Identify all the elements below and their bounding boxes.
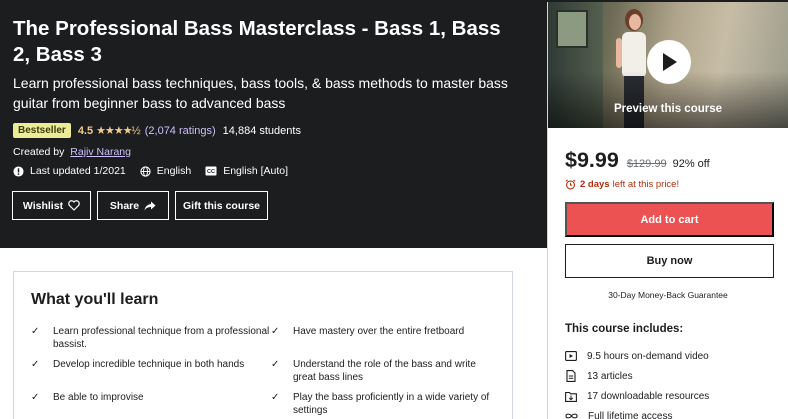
countdown-days: 2 days (580, 179, 610, 190)
created-by-label: Created by (13, 146, 65, 158)
add-to-cart-button[interactable]: Add to cart (565, 202, 774, 237)
gift-label: Gift this course (182, 199, 260, 212)
learn-item: ✓ Understand the role of the bass and wri… (271, 358, 501, 384)
check-icon: ✓ (31, 359, 40, 370)
countdown-text: left at this price! (612, 179, 680, 190)
includes-list: 9.5 hours on-demand video 13 articles 17… (565, 346, 709, 419)
rating-value: 4.5 (77, 124, 94, 137)
share-label: Share (109, 199, 140, 212)
gift-course-button[interactable]: Gift this course (175, 191, 268, 220)
learn-item: ✓ Have mastery over the entire fretboard (271, 325, 501, 351)
share-arrow-icon (144, 201, 156, 210)
course-actions: Wishlist Share Gift this course (12, 191, 274, 220)
captions: CC English [Auto] (205, 165, 288, 177)
infinity-icon (565, 413, 578, 419)
course-meta: Last updated 1/2021 English CC English [… (13, 165, 302, 177)
rating-row: Bestseller 4.5 ★★★★½ (2,074 ratings) 14,… (13, 123, 301, 138)
learn-item-text: Be able to improvise (53, 392, 144, 403)
students-count: 14,884 students (222, 124, 301, 137)
instructor-link[interactable]: Rajiv Narang (70, 146, 131, 158)
money-back-guarantee: 30-Day Money-Back Guarantee (608, 290, 728, 300)
alarm-clock-icon (565, 179, 576, 190)
learn-item: ✓ Be able to improvise (31, 391, 271, 417)
list-item: Full lifetime access (565, 406, 709, 419)
includes-articles-text: 13 articles (587, 370, 633, 382)
check-icon: ✓ (271, 359, 280, 370)
learn-item: ✓ Play the bass proficiently in a wide va… (271, 391, 501, 417)
buy-now-button[interactable]: Buy now (565, 244, 774, 278)
learn-list: ✓ Learn professional technique from a pro… (31, 325, 501, 417)
list-item: 17 downloadable resources (565, 386, 709, 406)
check-icon: ✓ (31, 392, 40, 403)
learn-item-text: Play the bass proficiently in a wide var… (293, 392, 490, 416)
original-price: $129.99 (626, 158, 667, 170)
wishlist-button[interactable]: Wishlist (12, 191, 91, 220)
check-icon: ✓ (31, 326, 40, 337)
includes-lifetime-text: Full lifetime access (588, 410, 673, 419)
globe-icon (140, 165, 151, 177)
ratings-count-link[interactable]: (2,074 ratings) (145, 125, 216, 137)
bestseller-badge: Bestseller (13, 123, 71, 138)
learn-title: What you'll learn (31, 291, 159, 308)
course-title: The Professional Bass Masterclass - Bass… (13, 17, 501, 66)
learn-item-text: Develop incredible technique in both han… (53, 359, 245, 370)
share-button[interactable]: Share (97, 191, 169, 220)
closed-captions-icon: CC (205, 166, 217, 176)
heart-icon (68, 200, 80, 211)
learn-item-text: Have mastery over the entire fretboard (293, 326, 465, 337)
check-icon: ✓ (271, 326, 280, 337)
check-icon: ✓ (271, 392, 280, 403)
learn-item: ✓ Develop incredible technique in both ha… (31, 358, 271, 384)
includes-title: This course includes: (565, 323, 684, 335)
includes-resources-text: 17 downloadable resources (587, 390, 710, 402)
includes-video-text: 9.5 hours on-demand video (587, 350, 709, 362)
what-youll-learn: What you'll learn ✓ Learn professional te… (13, 271, 513, 419)
current-price: $9.99 (565, 148, 619, 172)
learn-item-text: Understand the role of the bass and writ… (293, 359, 476, 383)
play-button[interactable] (647, 40, 691, 84)
created-by: Created by Rajiv Narang (13, 146, 131, 158)
course-preview[interactable]: Preview this course (548, 2, 788, 128)
download-icon (565, 391, 577, 402)
list-item: 13 articles (565, 366, 709, 386)
play-icon (663, 53, 677, 71)
preview-course-label[interactable]: Preview this course (548, 103, 788, 115)
last-updated: Last updated 1/2021 (13, 165, 126, 177)
star-rating-icon: ★★★★½ (96, 125, 141, 137)
captions-text: English [Auto] (223, 165, 289, 177)
wishlist-label: Wishlist (22, 199, 64, 212)
language: English (140, 165, 191, 177)
learn-item-text: Learn professional technique from a prof… (53, 326, 270, 350)
course-subtitle: Learn professional bass techniques, bass… (13, 75, 508, 111)
learn-item: ✓ Learn professional technique from a pro… (31, 325, 271, 351)
list-item: 9.5 hours on-demand video (565, 346, 709, 366)
discount-percent: 92% off (672, 158, 710, 170)
language-text: English (156, 165, 192, 177)
purchase-sidebar: Preview this course $9.99 $129.99 92% of… (547, 2, 788, 419)
price-row: $9.99 $129.99 92% off (565, 148, 710, 173)
article-icon (566, 370, 576, 382)
svg-text:CC: CC (207, 169, 215, 175)
video-icon (565, 351, 577, 361)
price-countdown: 2 days left at this price! (565, 179, 679, 190)
last-updated-text: Last updated 1/2021 (30, 165, 126, 177)
alert-badge-icon (13, 165, 24, 177)
